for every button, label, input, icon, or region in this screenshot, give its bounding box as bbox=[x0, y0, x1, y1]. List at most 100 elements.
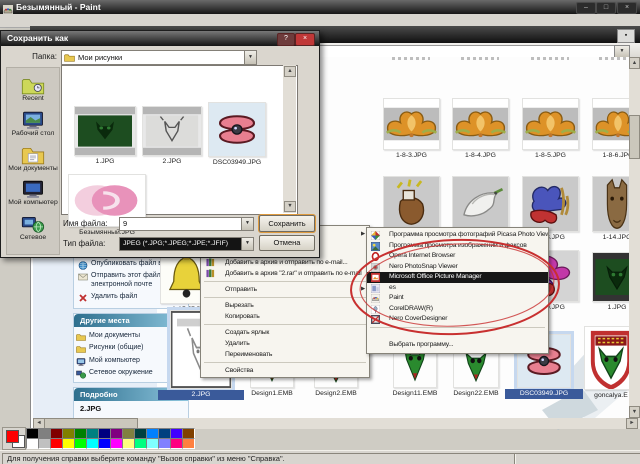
filetype-label: Тип файла: bbox=[63, 239, 106, 248]
folder-icon bbox=[76, 344, 86, 354]
dialog-close-button[interactable]: × bbox=[295, 33, 315, 46]
flower-bluered[interactable] bbox=[522, 176, 579, 232]
open-with-item[interactable]: Paint bbox=[367, 293, 548, 304]
filetype-dropdown-icon[interactable]: ▼ bbox=[241, 238, 253, 250]
scrollbar-thumb[interactable] bbox=[629, 115, 640, 159]
places-bar-item[interactable]: Мои документы bbox=[7, 146, 59, 173]
file-list[interactable]: 1.JPG 2.JPG DSC03949.JPG Безымянный.JPG bbox=[61, 65, 298, 236]
open-with-item[interactable]: Nero CoverDesigner bbox=[367, 314, 548, 325]
folder-label: Папка: bbox=[32, 52, 57, 61]
paint-title-bar: Безымянный - Paint – □ × bbox=[0, 0, 640, 15]
context-menu-item[interactable]: Добавить в архив "2.rar" и отправить по … bbox=[201, 268, 369, 279]
minimize-button[interactable]: – bbox=[576, 2, 596, 14]
context-menu-item[interactable] bbox=[204, 281, 366, 282]
recent-folder-icon bbox=[21, 76, 45, 95]
thumbnail[interactable]: 1-13.JPG bbox=[522, 176, 579, 241]
paint-small-icon bbox=[370, 293, 381, 304]
dove[interactable] bbox=[452, 176, 509, 232]
context-menu-item[interactable]: Переименовать bbox=[201, 349, 369, 360]
context-menu-item[interactable]: Создать ярлык bbox=[201, 327, 369, 338]
dialog-title-bar: Сохранить как bbox=[1, 31, 319, 46]
computer-icon bbox=[76, 357, 86, 367]
file-thumbnail[interactable]: 2.JPG bbox=[142, 106, 202, 165]
status-bar: Для получения справки выберите команду "… bbox=[0, 450, 640, 464]
scroll-right-icon[interactable]: ► bbox=[626, 418, 638, 429]
cancel-button[interactable]: Отмена bbox=[259, 235, 315, 251]
toolbar-icon[interactable] bbox=[263, 50, 276, 63]
save-button[interactable]: Сохранить bbox=[259, 215, 315, 232]
context-menu-item[interactable]: Вырезать bbox=[201, 300, 369, 311]
filename-dropdown-icon[interactable]: ▼ bbox=[241, 218, 253, 230]
mycomputer-icon bbox=[21, 180, 45, 199]
photo-devil[interactable] bbox=[74, 106, 136, 156]
flower-orange[interactable] bbox=[522, 98, 579, 150]
vertical-scrollbar[interactable]: ▲ ▼ bbox=[629, 57, 640, 418]
thumbnail[interactable]: 1-8-5.JPG bbox=[522, 98, 579, 159]
open-with-item[interactable]: Nero PhotoSnap Viewer bbox=[367, 262, 548, 273]
foreground-color-swatch[interactable] bbox=[6, 430, 19, 443]
filetype-value: JPEG (*.JPG;*.JPEG;*.JPE;*.JFIF) bbox=[123, 240, 228, 247]
help-button[interactable]: ? bbox=[277, 33, 295, 46]
context-menu-item[interactable]: Копировать bbox=[201, 311, 369, 322]
delete-icon bbox=[78, 293, 88, 303]
context-menu-item[interactable]: Отправить ▶ bbox=[201, 284, 369, 295]
explorer-toolbar-button[interactable]: ▪ bbox=[617, 29, 635, 43]
open-with-item[interactable]: es bbox=[367, 283, 548, 294]
filename-label: Имя файла: bbox=[63, 219, 108, 228]
places-bar-item[interactable]: Сетевое bbox=[7, 215, 59, 242]
context-menu-item[interactable] bbox=[204, 362, 366, 363]
flower-orange[interactable] bbox=[383, 98, 440, 150]
thumbnail[interactable] bbox=[452, 176, 509, 232]
open-with-item[interactable]: Opera Internet Browser bbox=[367, 251, 548, 262]
thumbnail-label: Design11.EMB bbox=[392, 390, 438, 397]
toolbar-icon[interactable] bbox=[295, 50, 308, 63]
places-bar-item[interactable]: Recent bbox=[7, 76, 59, 103]
open-with-item[interactable]: Программа просмотра изображений и факсов bbox=[367, 241, 548, 252]
file-thumbnail[interactable]: DSC03949.JPG bbox=[208, 102, 266, 166]
paint-app-icon bbox=[3, 2, 13, 15]
flower-orange[interactable] bbox=[452, 98, 509, 150]
context-menu-item[interactable]: Добавить в архив и отправить по e-mail..… bbox=[201, 257, 369, 268]
palette-color[interactable] bbox=[182, 438, 195, 449]
context-menu-item[interactable] bbox=[204, 297, 366, 298]
mail-icon bbox=[78, 272, 88, 282]
scroll-up-icon[interactable]: ▲ bbox=[629, 57, 640, 69]
places-bar-item[interactable]: Мой компьютер bbox=[7, 180, 59, 207]
folder-combobox[interactable]: Мои рисунки ▼ bbox=[61, 50, 257, 65]
context-menu-item[interactable]: Удалить bbox=[201, 338, 369, 349]
open-with-item[interactable]: Microsoft Office Picture Manager bbox=[367, 272, 548, 283]
thumbnail-label: Design22.EMB bbox=[453, 390, 499, 397]
scroll-down-icon[interactable]: ▼ bbox=[629, 406, 640, 418]
thumbnail[interactable] bbox=[383, 176, 440, 232]
open-with-item[interactable]: Выбрать программу... bbox=[367, 340, 548, 351]
filename-input[interactable]: 9 ▼ bbox=[119, 217, 254, 231]
toolbar-icon[interactable] bbox=[279, 50, 292, 63]
maximize-button[interactable]: □ bbox=[596, 2, 616, 14]
file-thumbnail[interactable]: 1.JPG bbox=[74, 106, 136, 165]
context-menu-item[interactable] bbox=[204, 324, 366, 325]
winrar-icon bbox=[206, 258, 215, 267]
close-button[interactable]: × bbox=[617, 2, 637, 14]
context-menu-item[interactable]: Свойства bbox=[201, 365, 369, 376]
filetype-select[interactable]: JPEG (*.JPG;*.JPEG;*.JPE;*.JFIF) ▼ bbox=[119, 237, 254, 251]
open-with-item[interactable]: CorelDRAW(R) bbox=[367, 304, 548, 315]
file-label: DSC03949.JPG bbox=[212, 159, 262, 166]
clipped-label bbox=[461, 57, 499, 60]
opm-icon bbox=[371, 273, 380, 282]
clam[interactable] bbox=[208, 102, 266, 157]
scroll-up-icon[interactable]: ▲ bbox=[284, 66, 296, 77]
winrar-icon bbox=[206, 269, 215, 278]
open-with-item[interactable]: Программа просмотра фотографий Picasa Ph… bbox=[367, 230, 548, 241]
scroll-down-icon[interactable]: ▼ bbox=[284, 201, 296, 212]
open-with-item[interactable] bbox=[370, 326, 545, 339]
toolbar-icon[interactable] bbox=[247, 50, 260, 63]
places-bar-item[interactable]: Рабочий стол bbox=[7, 111, 59, 138]
photo-sketch[interactable] bbox=[142, 106, 202, 156]
file-list-scrollbar[interactable]: ▲ ▼ bbox=[283, 65, 296, 213]
status-cell bbox=[514, 453, 640, 464]
clipped-label bbox=[531, 57, 569, 60]
thumbnail[interactable]: 1-8-4.JPG bbox=[452, 98, 509, 159]
thumbs-up[interactable] bbox=[383, 176, 440, 232]
thumbnail[interactable]: 1-8-3.JPG bbox=[383, 98, 440, 159]
opera-icon bbox=[371, 251, 380, 262]
